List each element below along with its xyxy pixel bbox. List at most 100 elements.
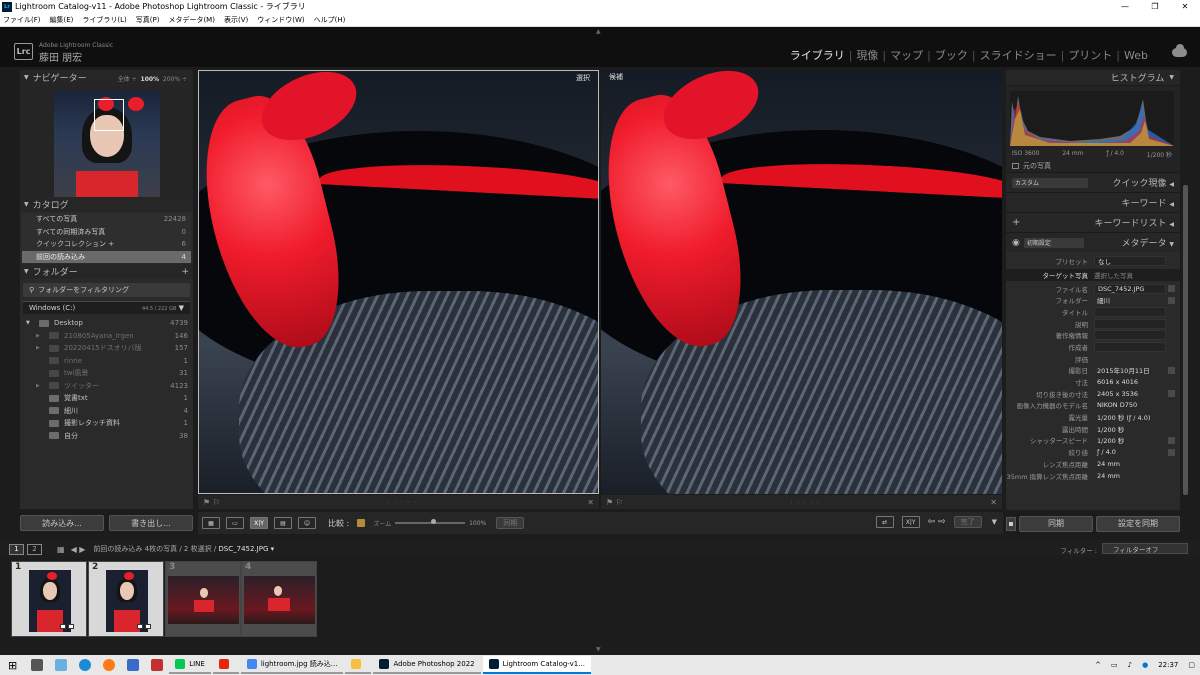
people-view-icon[interactable]: ☺ [298,517,316,529]
windows-start-icon[interactable]: ⊞ [8,659,17,672]
filmstrip-cell[interactable]: 3 [165,561,241,637]
folder-row[interactable]: ▶ 20220415ドスオリバ版 157 [20,342,193,355]
sync-settings-button[interactable]: 設定を同期 [1096,515,1180,532]
maximize-button[interactable]: ❐ [1140,0,1170,13]
rating-dots[interactable]: ····· [387,498,420,507]
taskbar-app[interactable]: lightroom.jpg 読み込... [240,656,344,674]
filmstrip-cell[interactable]: 2 [88,561,164,637]
done-button[interactable]: 完了 [953,516,982,528]
volume-row[interactable]: Windows (C:) 44.5 / 222 GB ▼ [23,301,190,314]
make-select-icon[interactable]: X|Y [901,516,920,528]
module-library[interactable]: ライブラリ [786,47,849,63]
menu-edit[interactable]: 編集(E) [50,15,74,25]
screen-1-button[interactable]: 1 [9,543,24,555]
right-panel-scrollbar[interactable] [1183,185,1188,495]
metadata-target-row[interactable]: ターゲット写真 選択した写真 [1006,268,1180,281]
auto-sync-switch[interactable] [1006,516,1016,531]
notepad-icon[interactable] [55,659,68,671]
back-forward-icon[interactable]: ◀ ▶ [71,545,86,554]
keyword-list-header[interactable]: + キーワードリスト ◀ [1006,212,1180,232]
folder-expand-icon[interactable]: ▶ [36,333,44,339]
zoom-100[interactable]: 100% [141,76,160,83]
clock[interactable]: 22:37 [1158,661,1178,669]
module-print[interactable]: プリント [1064,47,1116,63]
catalog-item-previous-import[interactable]: 前回の読み込み 4 [22,250,191,263]
survey-view-icon[interactable]: ▤ [274,517,292,529]
folder-row[interactable]: ▶ ツイッター 4123 [20,380,193,393]
app-red-icon[interactable] [151,659,164,671]
catalog-item-synced[interactable]: すべての同期済み写真 0 [22,225,191,238]
original-photo-toggle[interactable]: 元の写真 [1006,159,1180,172]
compare-select-view[interactable]: 選択 [198,70,599,494]
volume-icon[interactable]: ♪ [1128,661,1132,669]
metadata-preset-value[interactable]: なし [1094,255,1166,266]
catalog-item-quick-collection[interactable]: クイックコレクション + 6 [22,238,191,251]
add-keyword-button[interactable]: + [1012,217,1020,228]
minimize-button[interactable]: — [1110,0,1140,13]
weather-icon[interactable]: ● [1142,661,1148,669]
top-panel-toggle-icon[interactable]: ▲ [596,28,601,35]
import-button[interactable]: 読み込み... [20,515,104,531]
module-web[interactable]: Web [1120,49,1152,62]
menu-help[interactable]: ヘルプ(H) [314,15,346,25]
metadata-action-icon[interactable] [1168,285,1175,293]
checkbox-icon[interactable] [1012,162,1019,169]
metadata-action-icon[interactable] [1168,390,1175,398]
grid-view-icon[interactable]: ▦ [202,517,220,529]
zoom-200[interactable]: 200% ÷ [163,76,187,83]
taskbar-app[interactable]: Adobe Photoshop 2022 [373,656,481,674]
prev-next-arrows-icon[interactable]: ⇦ ⇨ [928,517,946,527]
compare-candidate-view[interactable]: 候補 [601,70,1002,494]
metadata-header[interactable]: ◉ 初期設定 メタデータ ▼ [1006,232,1180,252]
pen-tool-icon[interactable] [127,659,140,671]
folder-filter-input[interactable]: ⚲ フォルダーをフィルタリング [23,283,190,297]
menu-file[interactable]: ファイル(F) [3,15,41,25]
export-button[interactable]: 書き出し... [109,515,193,531]
metadata-action-icon[interactable] [1168,448,1175,456]
metadata-value[interactable] [1094,318,1166,329]
taskbar-app[interactable]: LINE [169,656,211,674]
filmstrip-cell[interactable]: 1 [11,561,87,637]
notification-icon[interactable]: ▢ [1188,661,1195,669]
network-icon[interactable]: ▭ [1111,661,1118,669]
module-slideshow[interactable]: スライドショー [976,47,1061,63]
add-folder-button[interactable]: + [181,267,189,277]
sync-button[interactable]: 同期 [1019,515,1093,532]
tray-expand-icon[interactable]: ^ [1095,661,1101,669]
quick-develop-preset-select[interactable]: カスタム [1012,177,1088,188]
menu-window[interactable]: ウィンドウ(W) [257,15,304,25]
metadata-action-icon[interactable] [1168,366,1175,374]
folder-row[interactable]: 撮影レタッチ資料 1 [20,417,193,430]
firefox-icon[interactable] [103,659,116,671]
zoom-fit[interactable]: 全体 ÷ [118,76,137,83]
metadata-preset-select[interactable]: 初期設定 [1023,237,1084,248]
module-develop[interactable]: 現像 [852,47,882,63]
task-view-icon[interactable] [31,659,44,671]
folder-row[interactable]: ▼ Desktop 4739 [20,317,193,330]
menu-library[interactable]: ライブラリ(L) [82,15,126,25]
cloud-sync-icon[interactable] [1172,44,1187,57]
taskbar-app[interactable] [345,656,372,674]
bottom-panel-toggle-icon[interactable]: ▼ [596,646,601,653]
histogram-header[interactable]: ヒストグラム ▼ [1006,70,1180,85]
menu-metadata[interactable]: メタデータ(M) [168,15,215,25]
quick-develop-header[interactable]: カスタム クイック現像 ◀ [1006,172,1180,192]
rating-dots[interactable]: ····· [790,498,823,507]
grid-icon[interactable]: ▦ [57,545,65,554]
folder-expand-icon[interactable]: ▶ [36,383,44,389]
catalog-header[interactable]: ▼ カタログ [20,197,193,212]
folder-row[interactable]: ▶ 210805Ayana_Irgen 146 [20,330,193,343]
navigator-zoom-box[interactable] [94,99,124,131]
lock-icon[interactable] [357,519,366,527]
folder-row[interactable]: 覚書txt 1 [20,392,193,405]
folder-expand-icon[interactable]: ▼ [26,320,34,326]
folder-row[interactable]: 細川 4 [20,405,193,418]
compare-view-icon[interactable]: X|Y [250,517,268,529]
keyword-header[interactable]: キーワード ◀ [1006,192,1180,212]
folder-row[interactable]: twi風景 31 [20,367,193,380]
close-button[interactable]: ✕ [1170,0,1200,13]
zoom-slider[interactable] [395,519,466,524]
zoom-slider-knob[interactable] [431,519,437,524]
taskbar-app[interactable]: Lightroom Catalog-v1... [482,656,591,674]
close-candidate-icon[interactable]: ✕ [990,498,997,507]
